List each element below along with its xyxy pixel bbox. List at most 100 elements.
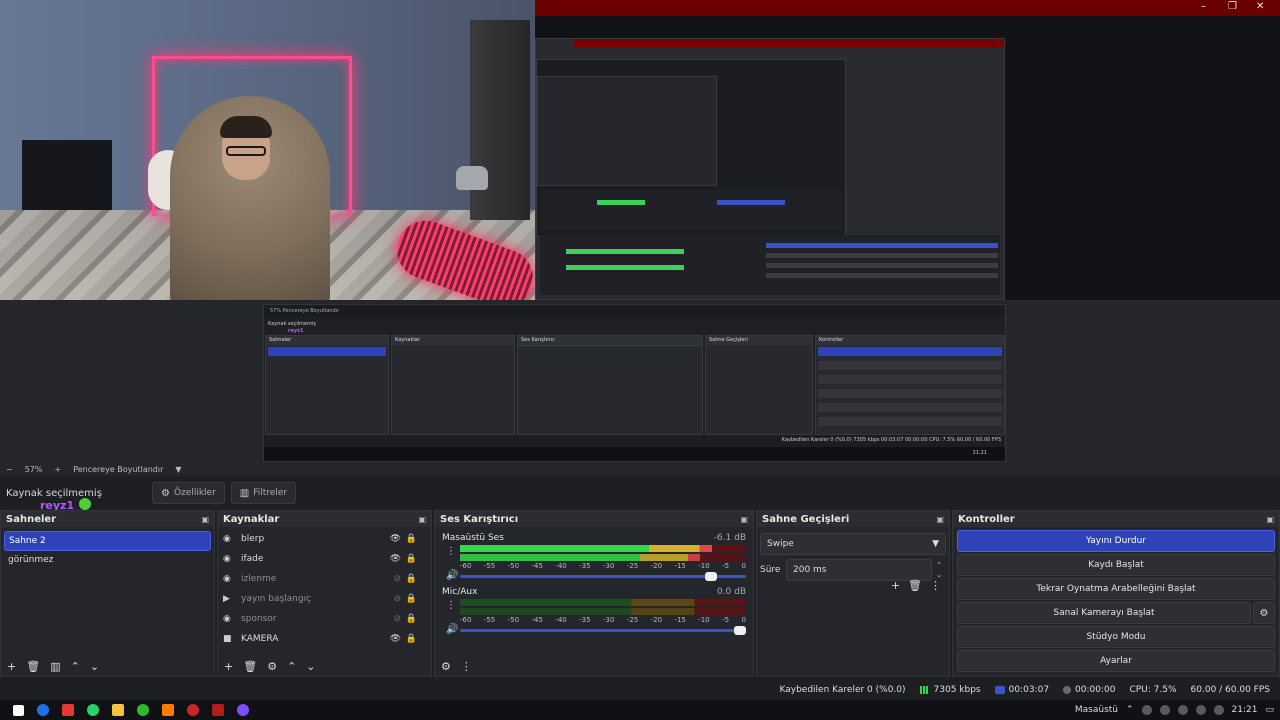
undock-icon[interactable]: ▣ <box>1266 515 1274 524</box>
eye-hidden-icon[interactable]: ⊘ <box>393 614 401 624</box>
trash-icon[interactable]: 🗑 <box>908 579 922 592</box>
zoom-bar: − 57% + Pencereye Boyutlandır ▼ <box>0 462 1280 476</box>
chevron-down-icon[interactable]: ⌄ <box>306 660 315 673</box>
eye-icon[interactable]: 👁 <box>390 634 401 644</box>
source-item-yayin-baslangic[interactable]: ▶ yayın başlangıç ⊘ 🔒 <box>218 589 431 609</box>
filter-icon[interactable]: ▥ <box>50 660 60 673</box>
lock-icon[interactable]: 🔒 <box>406 534 417 544</box>
chevron-down-icon[interactable]: ▼ <box>175 465 181 474</box>
source-item-sponsor[interactable]: ◉ sponsor ⊘ 🔒 <box>218 609 431 629</box>
source-item-ifade[interactable]: ◉ ifade 👁 🔒 <box>218 549 431 569</box>
chevron-up-icon[interactable]: ⌃ <box>1126 705 1134 715</box>
start-virtual-camera-button[interactable]: Sanal Kamerayı Başlat <box>957 602 1251 624</box>
mixer-title: Ses Karıştırıcı <box>440 513 519 525</box>
taskbar-app-icon[interactable] <box>62 704 74 716</box>
taskbar-app-icon[interactable] <box>37 704 49 716</box>
channel-menu-icon[interactable]: ⋮ <box>446 546 456 557</box>
tray-icon[interactable] <box>1177 705 1188 715</box>
taskbar-app-icon[interactable] <box>87 704 99 716</box>
settings-button[interactable]: Ayarlar <box>957 650 1275 672</box>
taskbar-app-icon[interactable] <box>162 704 174 716</box>
eye-hidden-icon[interactable]: ⊘ <box>393 594 401 604</box>
channel-name: Masaüstü Ses <box>442 533 504 543</box>
taskbar-app-icon[interactable] <box>237 704 249 716</box>
plus-icon[interactable]: + <box>891 579 900 592</box>
trash-icon[interactable]: 🗑 <box>26 660 40 673</box>
scene-transitions-dock: Sahne Geçişleri ▣ Swipe ▼ Süre 200 ms ⌃ ⌄… <box>756 510 950 677</box>
mixer-channel-desktop: Masaüstü Ses -6.1 dB ⋮ -60 -55 -50 -45 -40 -3… <box>438 530 750 584</box>
tray-icon[interactable] <box>1141 705 1152 715</box>
source-item-blerp[interactable]: ◉ blerp 👁 🔒 <box>218 529 431 549</box>
status-bar: Kaybedilen Kareler 0 (%0.0) 7305 kbps 00… <box>0 680 1280 700</box>
webcam-feed <box>0 0 535 300</box>
volume-slider[interactable] <box>460 572 746 581</box>
duration-stepper[interactable]: ⌃ ⌄ <box>932 560 946 580</box>
lock-icon[interactable]: 🔒 <box>406 554 417 564</box>
windows-start-icon[interactable] <box>13 704 24 716</box>
menu-icon[interactable]: ⋮ <box>930 579 941 592</box>
fit-to-window-label[interactable]: Pencereye Boyutlandır <box>73 465 163 474</box>
undock-icon[interactable]: ▣ <box>936 515 944 524</box>
desktop-label[interactable]: Masaüstü <box>1075 705 1118 715</box>
start-recording-button[interactable]: Kaydı Başlat <box>957 554 1275 576</box>
eye-icon[interactable]: 👁 <box>390 554 401 564</box>
trash-icon[interactable]: 🗑 <box>243 660 257 673</box>
source-item-kamera[interactable]: ■ KAMERA 👁 🔒 <box>218 629 431 649</box>
mixer-menu-icon[interactable]: ⋮ <box>461 660 472 673</box>
start-replay-buffer-button[interactable]: Tekrar Oynatma Arabelleğini Başlat <box>957 578 1275 600</box>
meter-tick-label: -30 <box>602 562 615 570</box>
properties-button[interactable]: ⚙ Özellikler <box>152 482 225 504</box>
meter-tick-label: -60 <box>460 616 472 624</box>
lock-icon[interactable]: 🔒 <box>406 574 417 584</box>
plus-icon[interactable]: + <box>7 660 16 673</box>
mirror-sources-panel: Kaynaklar <box>391 335 515 435</box>
scene-item-sahne-2[interactable]: Sahne 2 <box>4 531 211 551</box>
undock-icon[interactable]: ▣ <box>201 515 209 524</box>
taskbar-app-icon[interactable] <box>112 704 124 716</box>
speaker-icon[interactable]: 🔊 <box>446 624 458 635</box>
stop-streaming-button[interactable]: Yayını Durdur <box>957 530 1275 552</box>
gear-icon[interactable]: ⚙ <box>1253 602 1275 624</box>
volume-icon[interactable] <box>1213 705 1224 715</box>
undock-icon[interactable]: ▣ <box>740 515 748 524</box>
controls-dock: Kontroller ▣ Yayını Durdur Kaydı Başlat … <box>952 510 1280 677</box>
taskbar-app-icon[interactable] <box>137 704 149 716</box>
channel-menu-icon[interactable]: ⋮ <box>446 600 456 611</box>
zoom-out-button[interactable]: − <box>6 465 13 474</box>
network-icon[interactable] <box>1195 705 1206 715</box>
filters-button[interactable]: ▥ Filtreler <box>230 482 297 504</box>
eye-hidden-icon[interactable]: ⊘ <box>393 574 401 584</box>
zoom-level: 57% <box>24 464 43 474</box>
tray-icon[interactable] <box>1159 705 1170 715</box>
undock-icon[interactable]: ▣ <box>418 515 426 524</box>
gear-icon[interactable]: ⚙ <box>267 660 277 673</box>
taskbar-app-icon[interactable] <box>212 704 224 716</box>
lock-icon[interactable]: 🔒 <box>406 634 417 644</box>
speaker-icon[interactable]: 🔊 <box>446 570 458 581</box>
transition-duration: Süre 200 ms ⌃ ⌄ <box>760 559 946 581</box>
chevron-up-icon[interactable]: ⌃ <box>71 660 80 673</box>
source-label: ifade <box>241 554 264 564</box>
captured-maximize-icon: ❐ <box>1228 1 1237 12</box>
studio-mode-button[interactable]: Stüdyo Modu <box>957 626 1275 648</box>
source-item-izlenme[interactable]: ◉ izlenme ⊘ 🔒 <box>218 569 431 589</box>
zoom-in-button[interactable]: + <box>54 465 61 474</box>
clock[interactable]: 21:21 <box>1232 705 1258 715</box>
plus-icon[interactable]: + <box>224 660 233 673</box>
advanced-audio-gear-icon[interactable]: ⚙ <box>441 660 451 673</box>
volume-slider[interactable] <box>460 626 746 635</box>
chevron-up-icon[interactable]: ⌃ <box>287 660 296 673</box>
chevron-down-icon[interactable]: ⌄ <box>90 660 99 673</box>
eye-icon[interactable]: 👁 <box>390 534 401 544</box>
preview-canvas[interactable]: – ❐ ✕ 57% Pencereye Boyutlandır Kaynak s… <box>0 0 1280 462</box>
duration-input[interactable]: 200 ms <box>786 559 932 581</box>
notification-icon[interactable]: ▭ <box>1265 705 1274 715</box>
taskbar-app-icon[interactable] <box>187 704 199 716</box>
no-source-label: Kaynak seçilmemiş <box>6 487 102 499</box>
scene-item-gorunmez[interactable]: görünmez <box>4 551 211 571</box>
lock-icon[interactable]: 🔒 <box>406 594 417 604</box>
meter-tick-label: -20 <box>650 562 663 570</box>
lock-icon[interactable]: 🔒 <box>406 614 417 624</box>
scenes-header: Sahneler ▣ <box>1 511 214 527</box>
transition-select[interactable]: Swipe ▼ <box>760 533 946 555</box>
